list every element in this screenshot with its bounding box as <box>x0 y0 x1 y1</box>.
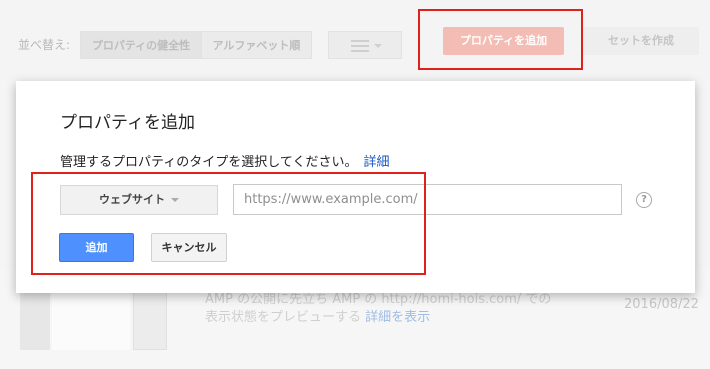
help-icon[interactable]: ? <box>636 192 652 208</box>
dialog-prompt: 管理するプロパティのタイプを選択してください。 詳細 <box>60 151 389 170</box>
dialog-title: プロパティを追加 <box>60 113 195 133</box>
property-description-line2: 表示状態をプレビューする <box>205 310 362 325</box>
create-set-button[interactable]: セットを作成 <box>583 27 699 55</box>
sort-by-health-button[interactable]: プロパティの健全性 <box>80 31 202 59</box>
property-thumbnail-mobile <box>133 288 167 350</box>
highlight-frame-add-property <box>418 9 583 70</box>
property-thumbnail-preview <box>52 290 130 350</box>
view-mode-dropdown[interactable] <box>328 31 402 59</box>
highlight-frame-form <box>31 172 426 275</box>
property-date: 2016/08/22 <box>624 297 699 312</box>
sort-alphabetical-button[interactable]: アルファベット順 <box>201 31 312 59</box>
sort-label: 並べ替え: <box>18 38 71 52</box>
list-view-icon <box>351 40 369 52</box>
property-thumbnail <box>20 290 50 350</box>
details-link[interactable]: 詳細 <box>363 155 389 170</box>
show-details-link[interactable]: 詳細を表示 <box>365 310 430 325</box>
chevron-down-icon <box>374 44 382 48</box>
property-description: AMP の公開に先立ち AMP の http://homi-hois.com/ … <box>205 289 585 329</box>
dialog-prompt-text: 管理するプロパティのタイプを選択してください。 <box>60 155 358 170</box>
